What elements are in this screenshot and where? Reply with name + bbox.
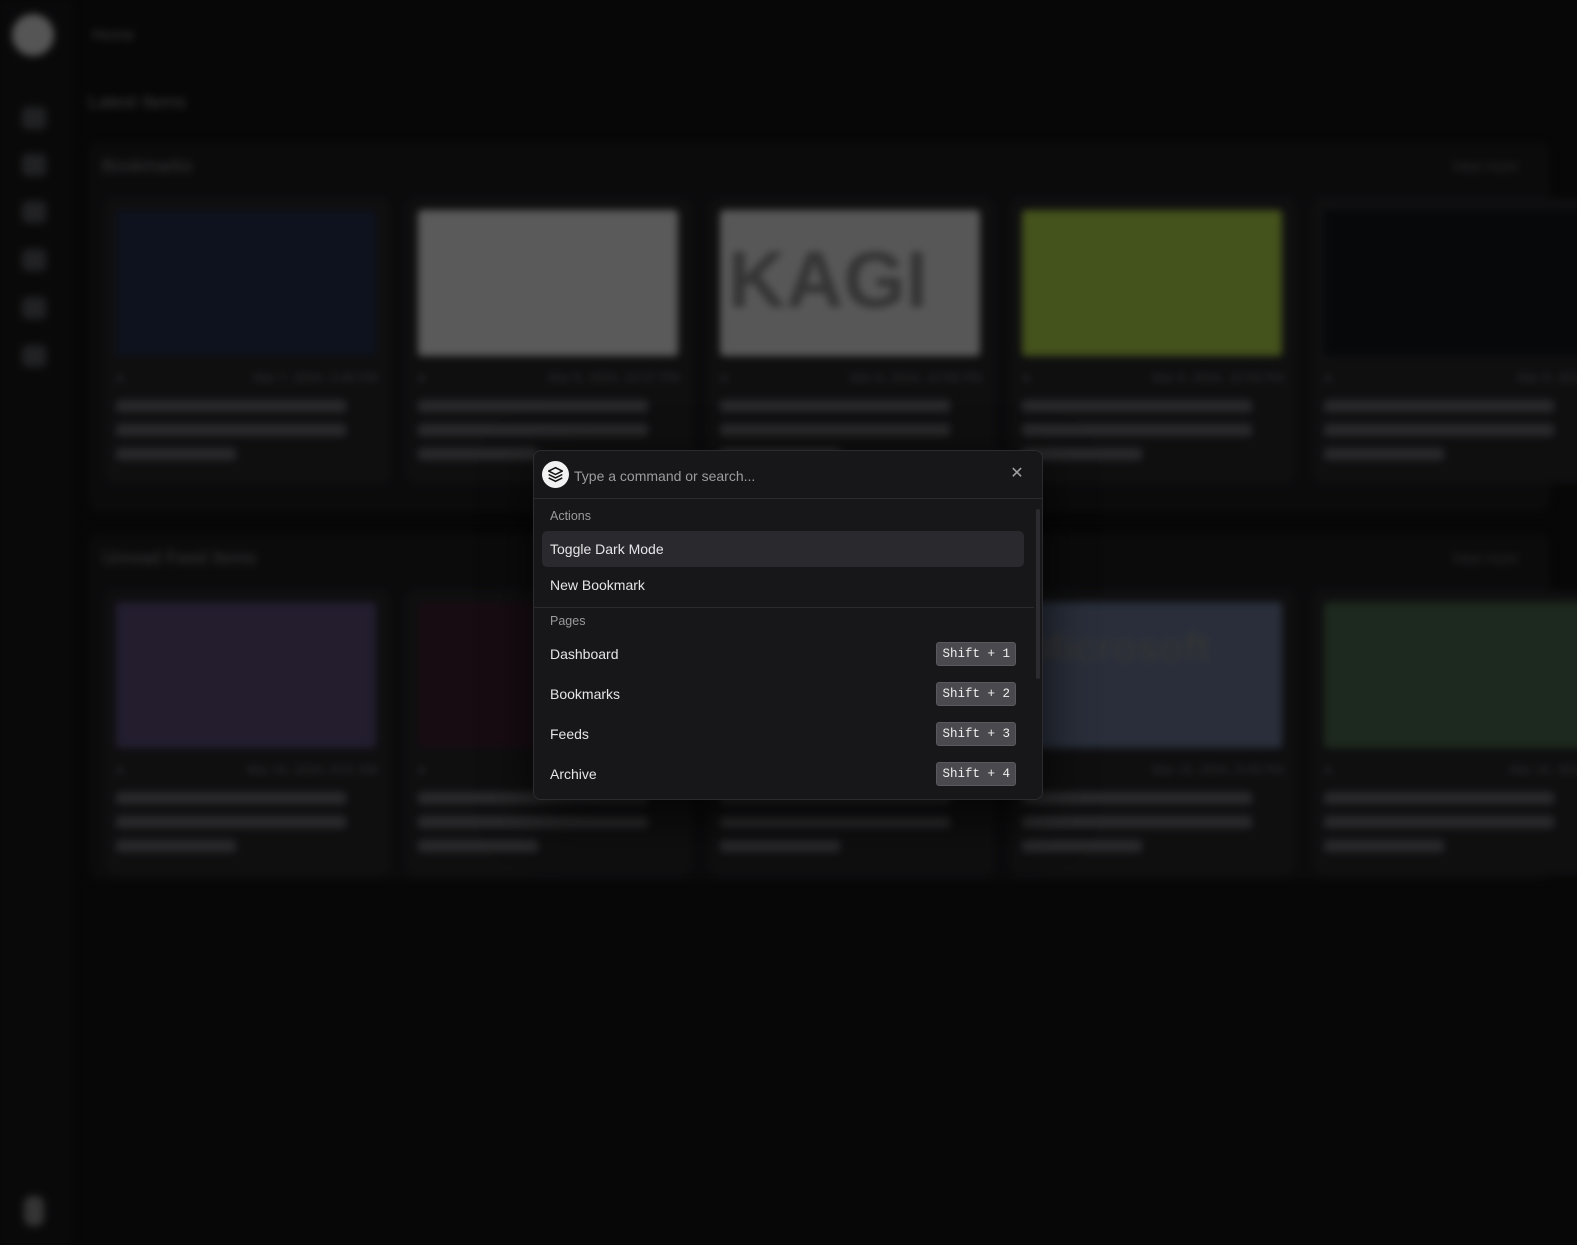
page-dashboard[interactable]: Dashboard Shift + 1	[542, 636, 1024, 672]
shortcut-badge: Shift + 3	[936, 722, 1016, 746]
command-search-row: ✕	[534, 451, 1042, 499]
action-label: Toggle Dark Mode	[550, 541, 664, 557]
action-toggle-dark-mode[interactable]: Toggle Dark Mode	[542, 531, 1024, 567]
command-palette: ✕ Actions Toggle Dark Mode New Bookmark …	[533, 450, 1043, 800]
page-label: Feeds	[550, 726, 589, 742]
shortcut-badge: Shift + 2	[936, 682, 1016, 706]
page-feeds[interactable]: Feeds Shift + 3	[542, 716, 1024, 752]
command-search-input[interactable]	[574, 463, 994, 489]
app-logo-icon	[542, 461, 569, 488]
action-label: New Bookmark	[550, 577, 645, 593]
page-label: Dashboard	[550, 646, 619, 662]
pages-group-label: Pages	[550, 614, 586, 628]
page-label: Archive	[550, 766, 597, 782]
page-bookmarks[interactable]: Bookmarks Shift + 2	[542, 676, 1024, 712]
actions-group-label: Actions	[550, 509, 591, 523]
group-divider	[534, 607, 1034, 608]
page-archive[interactable]: Archive Shift + 4	[542, 756, 1024, 792]
close-icon[interactable]: ✕	[1008, 465, 1026, 483]
shortcut-badge: Shift + 1	[936, 642, 1016, 666]
shortcut-badge: Shift + 4	[936, 762, 1016, 786]
page-label: Bookmarks	[550, 686, 621, 702]
action-new-bookmark[interactable]: New Bookmark	[542, 567, 1024, 603]
palette-scrollbar[interactable]	[1036, 509, 1040, 679]
